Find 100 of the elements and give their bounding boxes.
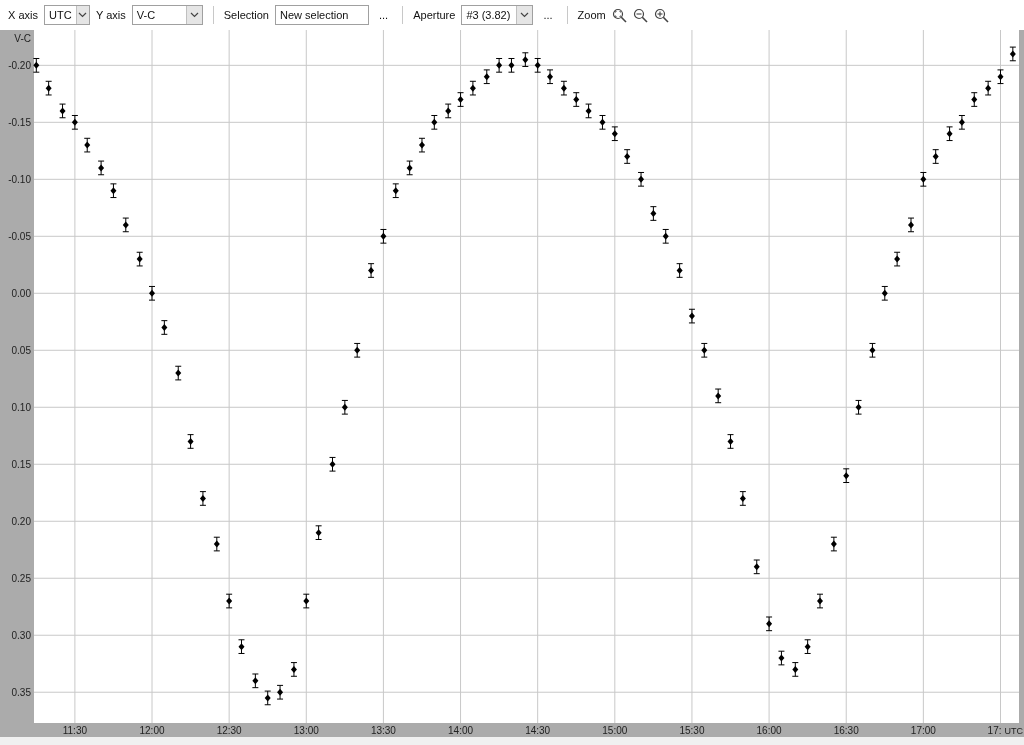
- x-tick-label: 11:30: [62, 725, 88, 736]
- data-point: [791, 662, 799, 677]
- data-point: [379, 228, 387, 244]
- x-tick-label: 12:00: [139, 725, 165, 736]
- data-point: [315, 525, 323, 540]
- data-point: [276, 684, 284, 700]
- data-point: [430, 115, 438, 130]
- data-point: [637, 172, 645, 187]
- data-point: [341, 399, 349, 415]
- x-axis-label: UTC: [1004, 726, 1023, 736]
- chevron-down-icon: [516, 6, 533, 24]
- y-tick-label: -0.20: [8, 60, 31, 72]
- data-point: [406, 160, 414, 176]
- dropdown[interactable]: V-C: [131, 5, 203, 25]
- data-point: [881, 285, 889, 301]
- selection-field[interactable]: New selection: [275, 5, 369, 25]
- data-point: [148, 285, 156, 301]
- data-point: [418, 137, 426, 153]
- data-point: [855, 399, 863, 415]
- chevron-down-icon: [185, 6, 202, 24]
- data-point: [919, 172, 927, 187]
- x-tick-label: 16:00: [756, 725, 782, 736]
- x-tick-label: 15:00: [602, 725, 628, 736]
- data-point: [329, 456, 336, 472]
- data-point: [160, 320, 168, 335]
- data-point: [970, 92, 978, 107]
- data-point: [958, 115, 966, 130]
- x-tick-label: 12:30: [216, 725, 242, 736]
- data-point: [946, 126, 954, 142]
- data-point: [290, 662, 298, 677]
- x-tick-label: 14:00: [448, 725, 474, 736]
- chevron-down-icon: [75, 6, 89, 24]
- data-point: [816, 593, 824, 609]
- data-point: [251, 673, 259, 689]
- y-tick-label: 0.35: [11, 687, 31, 699]
- data-point: [777, 650, 785, 666]
- data-point: [765, 616, 773, 632]
- data-point: [264, 690, 272, 706]
- data-point: [868, 342, 876, 358]
- y-tick-label: -0.10: [8, 174, 31, 186]
- data-point: [649, 206, 657, 221]
- y-tick-label: 0.25: [11, 573, 31, 585]
- dropdown[interactable]: UTC: [43, 5, 90, 25]
- data-point: [174, 365, 182, 381]
- y-tick-label: 0.10: [11, 402, 31, 414]
- data-point: [560, 80, 568, 96]
- data-point: [753, 559, 761, 575]
- y-tick-label: -0.15: [8, 117, 31, 129]
- data-point: [71, 115, 79, 130]
- data-point: [534, 58, 542, 73]
- zoom-in-icon[interactable]: [653, 7, 669, 23]
- data-point: [893, 251, 901, 267]
- x-tick-label: 15:30: [679, 725, 705, 736]
- data-point: [997, 69, 1004, 85]
- data-point: [367, 263, 375, 278]
- more-button[interactable]: ...: [375, 6, 393, 24]
- data-point: [662, 228, 670, 244]
- label: X axis: [8, 7, 38, 23]
- x-tick-label: 14:30: [525, 725, 551, 736]
- data-point: [907, 217, 915, 233]
- data-point: [521, 52, 529, 67]
- data-point: [353, 342, 361, 358]
- dropdown[interactable]: #3 (3.82): [461, 5, 534, 25]
- data-point: [611, 126, 619, 142]
- data-point: [599, 115, 606, 130]
- x-tick-label: 16:30: [833, 725, 859, 736]
- x-tick-label: 13:00: [293, 725, 319, 736]
- y-tick-label: 0.15: [11, 459, 31, 471]
- data-point: [457, 92, 465, 107]
- data-point: [109, 183, 117, 199]
- label: Y axis: [95, 7, 126, 23]
- data-point: [392, 183, 400, 199]
- more-button[interactable]: ...: [539, 6, 557, 24]
- data-point: [700, 342, 708, 358]
- data-point: [32, 58, 40, 73]
- y-tick-label: -0.05: [8, 231, 31, 243]
- y-tick-label: 0.30: [11, 630, 31, 642]
- data-point: [122, 217, 130, 233]
- data-point: [830, 536, 838, 552]
- data-point: [469, 80, 477, 96]
- data-point: [302, 593, 310, 609]
- data-point: [572, 92, 580, 107]
- data-point: [1009, 46, 1017, 62]
- label: Aperture: [413, 7, 456, 23]
- label: Zoom: [577, 7, 606, 23]
- y-tick-label: 0.20: [11, 516, 31, 528]
- data-point: [842, 468, 850, 483]
- data-point: [676, 263, 684, 278]
- data-point: [546, 69, 554, 85]
- data-point: [714, 388, 722, 404]
- label: Selection: [223, 7, 269, 23]
- data-point: [932, 149, 940, 164]
- data-point: [483, 69, 491, 85]
- data-point: [507, 58, 515, 73]
- zoom-out-icon[interactable]: [632, 7, 648, 23]
- data-point: [688, 308, 696, 324]
- x-tick-label: 13:30: [370, 725, 396, 736]
- data-point: [727, 434, 734, 449]
- zoom-fit-icon[interactable]: [611, 7, 627, 23]
- data-point: [984, 80, 992, 96]
